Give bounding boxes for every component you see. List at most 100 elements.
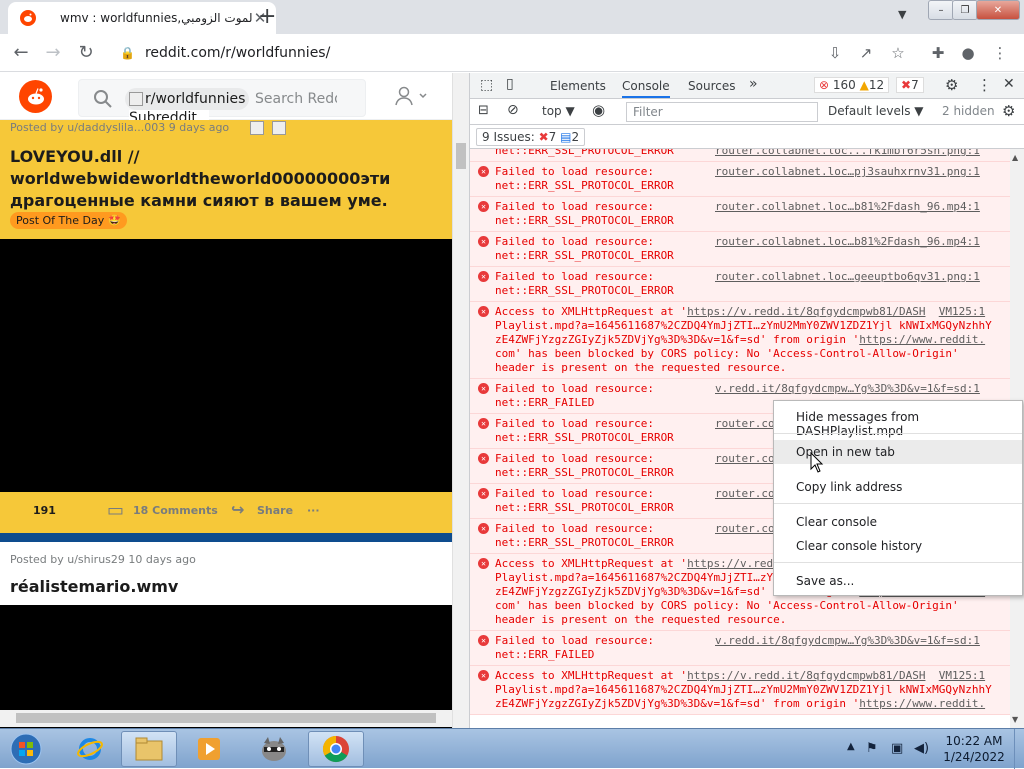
console-error-message[interactable]: net::ERR_SSL_PROTOCOL_ERROR router.colla… (470, 149, 1010, 162)
back-arrow-icon[interactable]: ← (10, 42, 32, 63)
issues-counter[interactable]: ✖7 (896, 77, 924, 93)
error-icon: ✕ (478, 383, 489, 394)
devtools-menu-icon[interactable]: ⋮ (977, 76, 992, 94)
console-cors-error[interactable]: ✕ Access to XMLHttpRequest at 'https://v… (470, 302, 1010, 379)
close-window-button[interactable]: ✕ (976, 0, 1020, 20)
console-error-message[interactable]: ✕ Failed to load resource: net::ERR_SSL_… (470, 267, 1010, 302)
action-center-flag-icon[interactable]: ⚑ (866, 741, 878, 756)
share-button[interactable]: Share (257, 504, 293, 517)
lock-icon[interactable]: 🔒 (120, 46, 135, 60)
browser-tab[interactable]: wmv : worldfunnies,الموت الزومبي ✕ (8, 2, 276, 34)
video-player[interactable] (0, 239, 452, 492)
menu-item-save-as[interactable]: Save as... (774, 569, 1022, 593)
scrollbar-thumb[interactable] (16, 713, 436, 723)
chrome-icon[interactable] (308, 731, 364, 767)
system-clock[interactable]: 10:22 AM 1/24/2022 (936, 733, 1012, 765)
console-cors-error[interactable]: ✕ Access to XMLHttpRequest at 'https://v… (470, 666, 1010, 715)
volume-icon[interactable]: ◀) (914, 741, 929, 756)
request-url-link[interactable]: https://v.redd.it/8qfgydcmpwb81/DASH (687, 305, 925, 318)
comment-icon[interactable]: ▭ (107, 500, 124, 521)
start-button[interactable] (4, 731, 48, 767)
address-bar[interactable]: 🔒 reddit.com/r/worldfunnies/ (108, 39, 818, 67)
search-input[interactable]: Search Reddit (255, 91, 337, 107)
scrollbar-thumb[interactable] (456, 143, 466, 169)
post-flair[interactable]: Post Of The Day 🤩 (10, 212, 128, 229)
file-explorer-icon[interactable] (121, 731, 177, 767)
source-link[interactable]: v.redd.it/8qfgydcmpw…Yg%3D%3D&v=1&f=sd:1 (715, 382, 980, 396)
close-devtools-icon[interactable]: ✕ (1003, 76, 1015, 92)
post-title[interactable]: réalistemario.wmv (10, 577, 178, 596)
filter-input[interactable]: Filter (626, 102, 818, 122)
reload-icon[interactable]: ↻ (75, 42, 97, 63)
log-levels-dropdown[interactable]: Default levels ▼ (828, 104, 924, 118)
source-link[interactable]: router.collabnet.loc…pj3sauhxrnv31.png:1 (715, 165, 980, 179)
console-error-message[interactable]: ✕ Failed to load resource: net::ERR_SSL_… (470, 197, 1010, 232)
source-link[interactable]: v.redd.it/8qfgydcmpw…Yg%3D%3D&v=1&f=sd:1 (715, 634, 980, 648)
tab-sources[interactable]: Sources (688, 79, 735, 93)
reddit-logo-icon[interactable] (19, 80, 52, 113)
install-app-icon[interactable]: ⇩ (825, 44, 845, 62)
issues-button[interactable]: 9 Issues: ✖7 ▤2 (476, 128, 586, 146)
post-card[interactable]: Posted by u/shirus29 10 days ago réalist… (0, 542, 452, 728)
scroll-down-icon[interactable]: ▼ (1012, 715, 1018, 724)
source-link[interactable]: router.collabnet.loc…b81%2Fdash_96.mp4:1 (715, 235, 980, 249)
menu-item-clear-history[interactable]: Clear console history (774, 534, 1022, 558)
origin-link[interactable]: https://www.reddit. (859, 333, 985, 346)
source-link[interactable]: VM125:1 (939, 305, 985, 318)
share-icon[interactable]: ↗ (856, 44, 876, 62)
page-horizontal-scrollbar[interactable] (0, 710, 452, 727)
post-card[interactable]: Posted by u/daddyslila...003 9 days ago … (0, 120, 452, 535)
page-vertical-scrollbar[interactable] (452, 73, 469, 728)
sidebar-toggle-icon[interactable]: ⊟ (478, 103, 489, 118)
url-text[interactable]: reddit.com/r/worldfunnies/ (145, 45, 330, 61)
inspect-element-icon[interactable]: ⬚ (480, 77, 493, 93)
subreddit-chip[interactable]: r/worldfunnies (125, 88, 249, 110)
eye-icon[interactable]: ◉ (592, 101, 605, 119)
menu-kebab-icon[interactable]: ⋮ (990, 44, 1010, 62)
menu-item-hide-messages[interactable]: Hide messages from DASHPlaylist.mpd (774, 405, 1022, 438)
bookmark-star-icon[interactable]: ☆ (888, 44, 908, 62)
menu-item-clear-console[interactable]: Clear console (774, 510, 1022, 534)
post-title[interactable]: LOVEYOU.dll // worldwebwideworldtheworld… (10, 146, 410, 212)
error-icon: ✕ (478, 453, 489, 464)
maximize-button[interactable]: ❐ (952, 0, 978, 20)
network-icon[interactable]: ▣ (891, 741, 903, 756)
comments-button[interactable]: 18 Comments (133, 504, 218, 517)
source-link[interactable]: VM125:1 (939, 669, 985, 682)
console-error-message[interactable]: ✕ Failed to load resource: net::ERR_FAIL… (470, 631, 1010, 666)
menu-item-copy-link[interactable]: Copy link address (774, 475, 1022, 499)
internet-explorer-icon[interactable] (62, 731, 118, 767)
source-link[interactable]: router.collabnet.loc…b81%2Fdash_96.mp4:1 (715, 200, 980, 214)
raccoon-app-icon[interactable] (246, 731, 302, 767)
console-error-message[interactable]: ✕ Failed to load resource: net::ERR_SSL_… (470, 232, 1010, 267)
tab-search-chevron-icon[interactable]: ▼ (898, 8, 906, 21)
source-link[interactable]: router.collabnet.loc...fk1mbf6r5sh.png:1 (715, 149, 980, 158)
scroll-up-icon[interactable]: ▲ (1012, 153, 1018, 162)
forward-arrow-icon[interactable]: → (42, 42, 64, 63)
new-tab-button[interactable]: + (258, 4, 276, 29)
tray-expand-icon[interactable]: ▲ (847, 741, 855, 752)
share-arrow-icon[interactable]: ↪ (231, 500, 244, 519)
show-desktop-button[interactable] (1014, 729, 1024, 769)
tab-console[interactable]: Console (622, 79, 670, 98)
source-link[interactable]: router.collabnet.loc…geeuptbo6qv31.png:1 (715, 270, 980, 284)
settings-gear-icon[interactable]: ⚙ (945, 76, 958, 94)
more-options-button[interactable]: ··· (307, 504, 320, 517)
user-menu-button[interactable] (394, 85, 428, 112)
error-warning-counter[interactable]: ⊗ 160 ▲12 (814, 77, 890, 93)
console-settings-gear-icon[interactable]: ⚙ (1002, 102, 1015, 120)
console-error-message[interactable]: ✕ Failed to load resource: net::ERR_SSL_… (470, 162, 1010, 197)
profile-icon[interactable]: ● (958, 44, 978, 62)
clear-console-icon[interactable]: ⊘ (507, 102, 519, 118)
minimize-button[interactable]: – (928, 0, 954, 20)
origin-link[interactable]: https://www.reddit. (859, 697, 985, 710)
device-toolbar-icon[interactable]: ▯ (506, 76, 514, 92)
media-player-icon[interactable] (181, 731, 237, 767)
menu-separator (774, 503, 1022, 504)
reddit-search-box[interactable]: r/worldfunnies Subreddit Icon Search Red… (78, 79, 366, 142)
more-tabs-button[interactable]: » (749, 76, 758, 92)
request-url-link[interactable]: https://v.redd.it/8qfgydcmpwb81/DASH (687, 669, 925, 682)
tab-elements[interactable]: Elements (550, 79, 606, 93)
extensions-icon[interactable]: ✚ (928, 44, 948, 62)
context-selector[interactable]: top ▼ (542, 104, 575, 118)
